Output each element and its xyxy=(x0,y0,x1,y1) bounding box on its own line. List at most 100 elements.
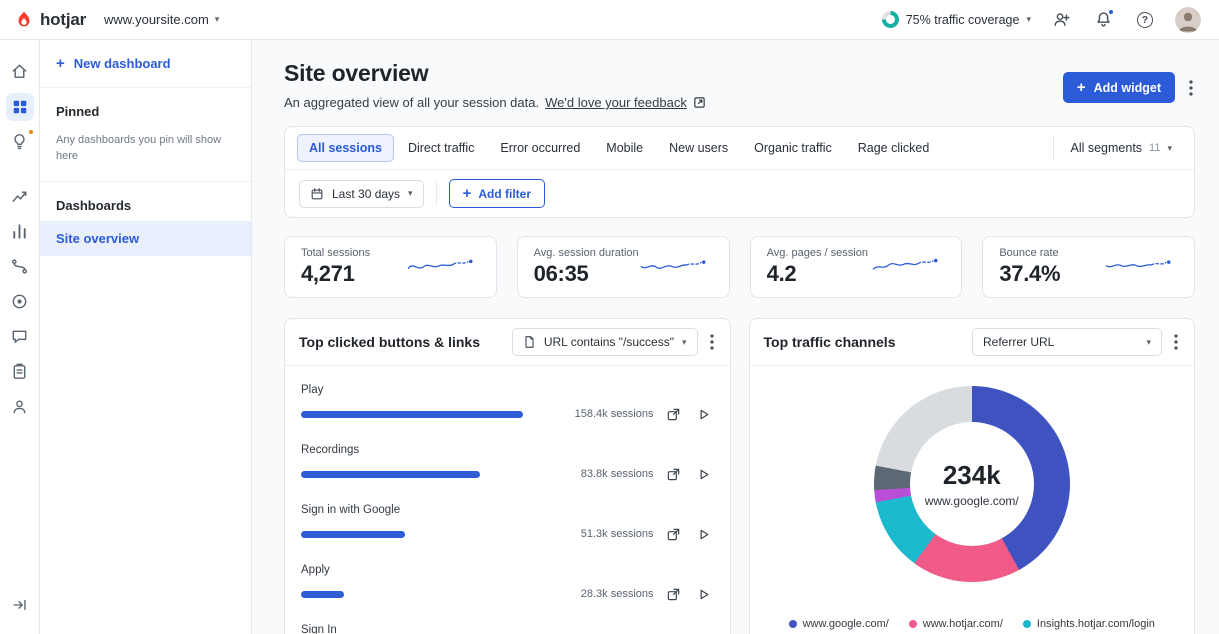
chevron-down-icon: ▾ xyxy=(408,188,413,198)
legend-item[interactable]: www.hotjar.com/ xyxy=(908,618,1003,630)
rail-home[interactable] xyxy=(6,58,34,86)
stat-bounce-rate[interactable]: Bounce rate 37.4% xyxy=(982,236,1195,298)
widget-row: Top clicked buttons & links URL contains… xyxy=(284,318,1195,634)
chevron-down-icon: ▾ xyxy=(1146,336,1151,347)
stat-label: Total sessions xyxy=(301,247,371,259)
notifications-button[interactable] xyxy=(1091,8,1115,32)
play-recordings-button[interactable] xyxy=(694,584,714,604)
all-segments-selector[interactable]: All segments 11 ▾ xyxy=(1053,136,1182,160)
avatar-image xyxy=(1175,6,1201,33)
rail-insights[interactable] xyxy=(6,128,34,156)
clicked-item-label: Sign in with Google xyxy=(301,504,401,516)
tab-rage-clicked[interactable]: Rage clicked xyxy=(846,134,942,162)
hotjar-logo[interactable]: hotjar xyxy=(14,10,86,30)
add-filter-button[interactable]: + Add filter xyxy=(448,179,546,208)
referrer-url-dropdown[interactable]: Referrer URL ▾ xyxy=(972,328,1162,356)
stat-label: Avg. session duration xyxy=(533,247,639,259)
legend-item[interactable]: www.google.com/ xyxy=(788,618,889,630)
icon-rail xyxy=(0,40,40,634)
open-in-new-icon xyxy=(667,528,680,540)
tab-all-sessions[interactable]: All sessions xyxy=(297,134,394,162)
clicked-item-row: Sign In 28k sessions xyxy=(301,624,714,634)
url-filter-dropdown[interactable]: URL contains "/success" ▾ xyxy=(511,328,698,356)
stat-label: Bounce rate xyxy=(999,247,1059,259)
add-widget-button[interactable]: + Add widget xyxy=(1062,72,1175,103)
date-range-selector[interactable]: Last 30 days ▾ xyxy=(299,179,424,208)
donut-legend: www.google.com/ www.hotjar.com/ Insights… xyxy=(788,618,1155,630)
main-content: Site overview An aggregated view of all … xyxy=(252,40,1219,634)
heatmap-target-icon xyxy=(12,294,27,309)
stat-avg-pages-per-session[interactable]: Avg. pages / session 4.2 xyxy=(749,236,963,298)
stat-value: 37.4% xyxy=(999,261,1061,286)
rail-surveys[interactable] xyxy=(6,358,34,386)
sidebar-item-site-overview[interactable]: Site overview xyxy=(40,220,251,256)
user-icon xyxy=(13,400,26,414)
stat-total-sessions[interactable]: Total sessions 4,271 xyxy=(284,236,497,298)
open-in-new-button[interactable] xyxy=(664,404,684,424)
page-menu-button[interactable] xyxy=(1187,78,1195,98)
sessions-count: 28.3k sessions xyxy=(580,588,654,600)
rail-trends[interactable] xyxy=(6,183,34,211)
tab-error-occurred[interactable]: Error occurred xyxy=(488,134,592,162)
segment-tabs: All sessions Direct traffic Error occurr… xyxy=(285,127,1194,170)
url-filter-value: URL contains "/success" xyxy=(543,335,674,349)
widget-menu-button[interactable] xyxy=(1172,332,1180,352)
plus-icon: + xyxy=(1076,79,1086,96)
play-recordings-button[interactable] xyxy=(694,524,714,544)
tab-organic-traffic[interactable]: Organic traffic xyxy=(742,134,844,162)
tab-direct-traffic[interactable]: Direct traffic xyxy=(396,134,486,162)
sparkline xyxy=(406,252,480,283)
open-in-new-button[interactable] xyxy=(664,524,684,544)
chevron-down-icon: ▾ xyxy=(214,14,220,24)
stat-value: 4.2 xyxy=(766,261,797,286)
legend-label: www.hotjar.com/ xyxy=(922,618,1003,630)
rail-dashboards[interactable] xyxy=(5,92,34,121)
sparkline xyxy=(639,252,713,283)
open-in-new-icon xyxy=(667,468,680,480)
dashboards-heading: Dashboards xyxy=(56,197,132,213)
open-in-new-icon xyxy=(667,408,680,420)
legend-item[interactable]: Insights.hotjar.com/login xyxy=(1022,618,1155,630)
legend-dot xyxy=(1022,620,1031,628)
rail-collapse[interactable] xyxy=(6,591,34,619)
widget-menu-button[interactable] xyxy=(708,332,716,352)
sparkline xyxy=(871,252,945,283)
sessions-bar xyxy=(301,470,481,478)
segments-label: All segments xyxy=(1070,141,1143,155)
rail-journeys[interactable] xyxy=(6,253,34,281)
chevron-down-icon: ▾ xyxy=(681,336,687,347)
top-clicked-widget: Top clicked buttons & links URL contains… xyxy=(284,318,731,634)
play-recordings-button[interactable] xyxy=(694,464,714,484)
site-selector[interactable]: www.yoursite.com ▾ xyxy=(104,12,219,27)
collapse-arrow-icon xyxy=(12,599,26,610)
kebab-menu-icon xyxy=(1189,79,1193,96)
widget-title: Top traffic channels xyxy=(763,334,896,350)
new-dashboard-button[interactable]: + New dashboard xyxy=(56,56,235,71)
person-add-icon xyxy=(1054,13,1070,26)
invite-user-button[interactable] xyxy=(1049,8,1073,32)
chevron-down-icon: ▾ xyxy=(1167,142,1172,153)
traffic-donut[interactable]: 234k www.google.com/ xyxy=(873,386,1070,582)
open-in-new-button[interactable] xyxy=(664,584,684,604)
dashboard-sidebar: + New dashboard Pinned Any dashboards yo… xyxy=(40,40,252,634)
tab-new-users[interactable]: New users xyxy=(657,134,740,162)
donut-center: 234k www.google.com/ xyxy=(909,422,1034,546)
clicked-item-row: Play 158.4k sessions xyxy=(301,384,714,424)
rail-heatmaps[interactable] xyxy=(6,288,34,316)
stat-avg-session-duration[interactable]: Avg. session duration 06:35 xyxy=(516,236,730,298)
rail-feedback[interactable] xyxy=(6,323,34,351)
clicked-item-label: Recordings xyxy=(301,444,360,456)
tab-mobile[interactable]: Mobile xyxy=(594,134,655,162)
traffic-coverage-selector[interactable]: 75% traffic coverage ▾ xyxy=(881,11,1031,28)
rail-interviews[interactable] xyxy=(6,393,34,421)
feedback-link[interactable]: We'd love your feedback xyxy=(545,95,687,110)
play-icon xyxy=(700,589,709,599)
rail-funnels[interactable] xyxy=(6,218,34,246)
avatar[interactable] xyxy=(1175,6,1201,33)
play-recordings-button[interactable] xyxy=(694,404,714,424)
open-in-new-button[interactable] xyxy=(664,464,684,484)
help-button[interactable]: ? xyxy=(1133,8,1157,32)
hotjar-flame-icon xyxy=(18,11,30,26)
date-range-label: Last 30 days xyxy=(332,186,401,201)
site-selector-label: www.yoursite.com xyxy=(104,12,209,27)
